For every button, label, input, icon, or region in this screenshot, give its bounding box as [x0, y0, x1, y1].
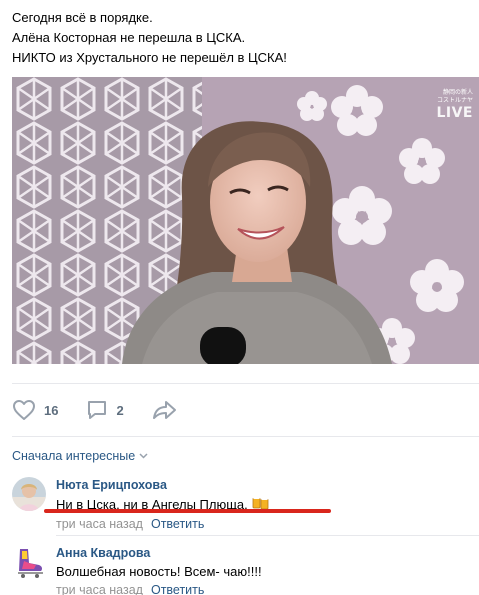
caption-small: コストルナヤ — [436, 97, 473, 104]
comment-author[interactable]: Нюта Ерицпохова — [56, 477, 270, 493]
comment-button[interactable]: 2 — [86, 399, 124, 421]
share-arrow-icon — [152, 399, 178, 421]
photo-caption: 静岡の新人 コストルナヤ LIVE — [436, 89, 473, 121]
comment-text: Волшебная новость! Всем- чаю!!!! — [56, 564, 262, 579]
share-button[interactable] — [152, 399, 178, 421]
comment: Нюта Ерицпохова Ни в Цска, ни в Ангелы П… — [12, 477, 479, 533]
like-count: 16 — [44, 402, 59, 418]
chevron-down-icon — [139, 451, 148, 462]
comment-body: Нюта Ерицпохова Ни в Цска, ни в Ангелы П… — [56, 477, 270, 533]
comment-time[interactable]: три часа назад — [56, 517, 143, 531]
comment-time[interactable]: три часа назад — [56, 583, 143, 595]
heart-icon — [12, 399, 36, 421]
live-badge: LIVE — [436, 105, 473, 121]
comment: Анна Квадрова Волшебная новость! Всем- ч… — [12, 545, 479, 595]
post-text: Сегодня всё в порядке. Алёна Косторная н… — [12, 8, 472, 68]
like-button[interactable]: 16 — [12, 399, 58, 421]
photo-illustration — [12, 77, 479, 364]
comment-meta: три часа назад Ответить — [56, 582, 262, 595]
sort-label: Сначала интересные — [12, 449, 136, 463]
comment-icon — [86, 399, 108, 421]
comments-sort-dropdown[interactable]: Сначала интересные — [12, 449, 148, 463]
reply-button[interactable]: Ответить — [151, 517, 204, 531]
comment-meta: три часа назад Ответить — [56, 516, 270, 533]
comment-count: 2 — [116, 402, 124, 418]
divider — [56, 535, 479, 536]
caption-small: 静岡の新人 — [442, 89, 473, 96]
comment-text-row: Волшебная новость! Всем- чаю!!!! — [56, 562, 262, 581]
red-underline-annotation — [44, 509, 331, 513]
post-line: НИКТО из Хрустального не перешёл в ЦСКА! — [12, 50, 287, 65]
reply-button[interactable]: Ответить — [151, 583, 204, 595]
post-actions: 16 2 — [12, 396, 196, 424]
comment-author[interactable]: Анна Квадрова — [56, 545, 262, 561]
avatar[interactable] — [12, 545, 46, 579]
post-photo[interactable]: 静岡の新人 コストルナヤ LIVE — [12, 77, 479, 364]
post-line: Алёна Косторная не перешла в ЦСКА. — [12, 30, 246, 45]
comment-body: Анна Квадрова Волшебная новость! Всем- ч… — [56, 545, 262, 595]
divider — [12, 436, 479, 437]
avatar[interactable] — [12, 477, 46, 511]
divider — [12, 383, 479, 384]
post-line: Сегодня всё в порядке. — [12, 10, 153, 25]
